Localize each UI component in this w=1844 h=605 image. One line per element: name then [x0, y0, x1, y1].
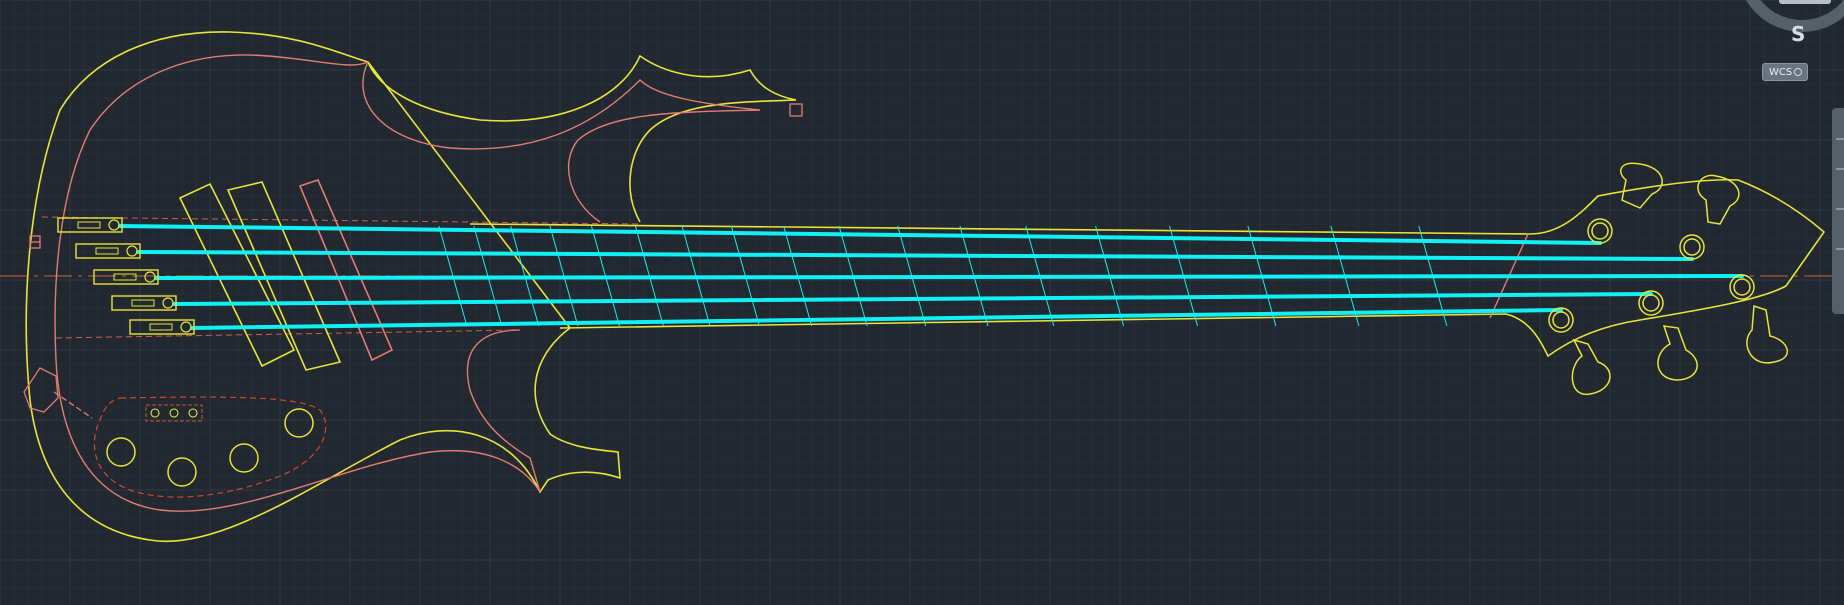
tuners [1548, 162, 1788, 395]
saddle-slot [95, 247, 119, 255]
knob-4 [284, 408, 314, 438]
strap-pin-top [789, 103, 803, 117]
pickups [178, 179, 394, 371]
strings [118, 224, 1744, 330]
output-jack [23, 367, 93, 419]
viewcube-face[interactable] [1779, 0, 1831, 4]
tuner-2 [1679, 174, 1740, 260]
viewcube[interactable]: S [1704, 0, 1844, 60]
saddle-slot [149, 323, 173, 331]
body-outline [25, 31, 797, 543]
saddle-screw [126, 245, 138, 257]
saddle-screw [108, 219, 120, 231]
saddle-slot [131, 299, 155, 307]
navigation-bar[interactable] [1832, 108, 1844, 314]
neck-outline [469, 178, 1826, 358]
drawing-canvas[interactable] [0, 0, 1844, 605]
saddle-slot [113, 273, 137, 281]
wcs-label: WCS [1769, 67, 1793, 78]
tuner-5 [1548, 307, 1611, 395]
string [154, 274, 1744, 280]
wcs-menu-button[interactable]: WCS [1762, 63, 1808, 81]
body-inner [54, 54, 761, 512]
chevron-down-icon [1794, 68, 1802, 76]
compass-south-label[interactable]: S [1791, 22, 1805, 46]
string [190, 308, 1563, 330]
tuner-1 [1587, 162, 1663, 244]
saddle-slot [77, 221, 101, 229]
string [136, 250, 1694, 261]
string [172, 292, 1653, 306]
